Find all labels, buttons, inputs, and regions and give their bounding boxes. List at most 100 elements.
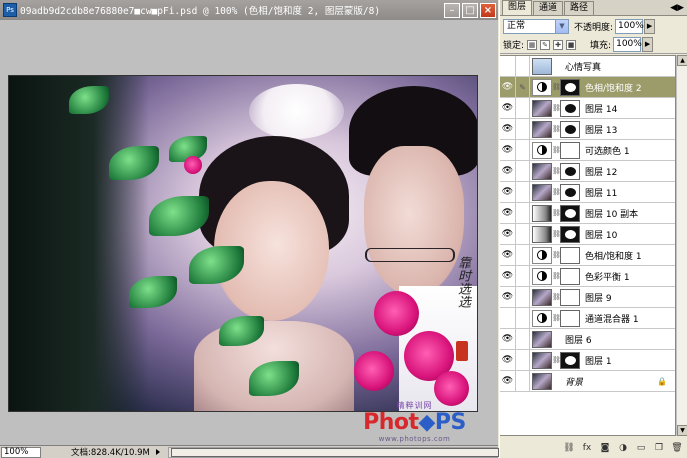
scroll-up-icon[interactable]: ▲	[677, 55, 687, 66]
layer-row[interactable]: 👁 ⛓ 图层 1	[500, 349, 675, 371]
layer-row[interactable]: ⛓ 通道混合器 1	[500, 307, 675, 329]
chain-link-icon[interactable]: ⛓	[552, 230, 561, 238]
scrollbar-thumb[interactable]	[170, 447, 499, 457]
adjustment-layer-icon[interactable]	[532, 78, 552, 96]
status-menu-arrow-icon[interactable]	[155, 449, 160, 455]
layer-thumbnail[interactable]	[532, 183, 552, 201]
layer-thumbnail[interactable]	[532, 225, 552, 243]
layers-list[interactable]: 心情写真 👁 ✎ ⛓ 色相/饱和度 2 👁 ⛓ 图层 14 👁 ⛓ 图层 13 👁 ⛓ 可选颜色 1 👁 ⛓ 图…	[500, 55, 676, 436]
chain-link-icon[interactable]: ⛓	[552, 314, 561, 322]
visibility-eye-icon[interactable]: 👁	[500, 202, 516, 224]
visibility-eye-icon[interactable]: 👁	[500, 181, 516, 203]
chain-link-icon[interactable]: ⛓	[552, 167, 561, 175]
layer-mask-thumbnail[interactable]	[560, 78, 580, 96]
scroll-down-icon[interactable]: ▼	[677, 425, 687, 436]
blend-mode-select[interactable]: 正常 ▼	[503, 18, 569, 34]
layer-mask-thumbnail[interactable]	[560, 99, 580, 117]
chain-link-icon[interactable]: ⛓	[552, 146, 561, 154]
visibility-eye-icon[interactable]: 👁	[500, 286, 516, 308]
chain-link-icon[interactable]: ⛓	[552, 104, 561, 112]
visibility-eye-icon[interactable]: 👁	[500, 349, 516, 371]
visibility-eye-icon[interactable]: 👁	[500, 118, 516, 140]
document-titlebar[interactable]: Ps 09adb9d2cdb8e76880e7■cw■pFi.psd @ 100…	[0, 0, 498, 20]
trash-icon[interactable]: 🗑	[670, 441, 684, 455]
layer-mask-thumbnail[interactable]	[560, 183, 580, 201]
visibility-eye-icon[interactable]: 👁	[500, 265, 516, 287]
visibility-eye-icon[interactable]: 👁	[500, 76, 516, 98]
new-layer-icon[interactable]: ❐	[652, 441, 666, 455]
layer-thumbnail[interactable]	[532, 162, 552, 180]
opacity-slider-button[interactable]: ▶	[644, 18, 656, 34]
layer-row[interactable]: 👁 图层 6	[500, 328, 675, 350]
adjustment-layer-icon[interactable]	[532, 309, 552, 327]
layer-row[interactable]: 👁 ⛓ 图层 14	[500, 97, 675, 119]
layer-mask-thumbnail[interactable]	[560, 351, 580, 369]
tab-layers[interactable]: 图层	[502, 0, 533, 15]
chain-link-icon[interactable]: ⛓	[552, 272, 561, 280]
layer-row[interactable]: 👁 ⛓ 色彩平衡 1	[500, 265, 675, 287]
layer-mask-thumbnail[interactable]	[560, 309, 580, 327]
visibility-eye-icon[interactable]: 👁	[500, 97, 516, 119]
layer-mask-thumbnail[interactable]	[560, 246, 580, 264]
chain-link-icon[interactable]: ⛓	[552, 251, 561, 259]
layer-row[interactable]: 👁 ⛓ 可选颜色 1	[500, 139, 675, 161]
tab-paths[interactable]: 路径	[564, 1, 595, 15]
wedding-photo[interactable]: 靠时选选	[8, 75, 478, 412]
layer-row[interactable]: 👁 ⛓ 图层 10	[500, 223, 675, 245]
layer-thumbnail[interactable]	[532, 99, 552, 117]
chain-link-icon[interactable]: ⛓	[552, 293, 561, 301]
folder-icon[interactable]: ▭	[634, 441, 648, 455]
layer-thumbnail[interactable]	[532, 288, 552, 306]
link-icon[interactable]: ⛓	[562, 441, 576, 455]
visibility-eye-icon[interactable]: 👁	[500, 139, 516, 161]
layer-mask-thumbnail[interactable]	[560, 141, 580, 159]
layer-row[interactable]: 👁 ⛓ 图层 10 副本	[500, 202, 675, 224]
lock-position-icon[interactable]: ✚	[553, 39, 564, 50]
visibility-eye-icon[interactable]: 👁	[500, 370, 516, 392]
visibility-eye-icon[interactable]: 👁	[500, 328, 516, 350]
group-thumbnail[interactable]	[532, 57, 552, 75]
visibility-eye-icon[interactable]	[500, 307, 516, 329]
tab-channels[interactable]: 通道	[533, 1, 564, 15]
chain-link-icon[interactable]: ⛓	[552, 188, 561, 196]
lock-transparency-icon[interactable]: ▦	[527, 39, 538, 50]
lock-pixels-icon[interactable]: ✎	[540, 39, 551, 50]
opacity-input[interactable]: 100%	[615, 18, 644, 34]
visibility-eye-icon[interactable]: 👁	[500, 160, 516, 182]
chain-link-icon[interactable]: ⛓	[552, 209, 561, 217]
layer-thumbnail[interactable]	[532, 204, 552, 222]
layer-thumbnail[interactable]	[532, 351, 552, 369]
layer-row[interactable]: 👁 ⛓ 图层 12	[500, 160, 675, 182]
layer-mask-thumbnail[interactable]	[560, 267, 580, 285]
adjustment-layer-icon[interactable]	[532, 267, 552, 285]
layer-row[interactable]: 👁 ✎ ⛓ 色相/饱和度 2	[500, 76, 675, 98]
layer-row[interactable]: 👁 ⛓ 图层 11	[500, 181, 675, 203]
layer-row[interactable]: 👁 ⛓ 图层 13	[500, 118, 675, 140]
zoom-field[interactable]: 100%	[1, 446, 41, 458]
mask-icon[interactable]: ◙	[598, 441, 612, 455]
canvas-area[interactable]: 靠时选选 精粹训网 Phot◆PS www.photops.com	[0, 20, 498, 445]
layers-vertical-scrollbar[interactable]: ▲ ▼	[676, 55, 687, 436]
visibility-eye-icon[interactable]: 👁	[500, 244, 516, 266]
layer-row[interactable]: 心情写真	[500, 56, 675, 77]
chain-link-icon[interactable]: ⛓	[552, 125, 561, 133]
layer-mask-thumbnail[interactable]	[560, 225, 580, 243]
visibility-eye-icon[interactable]: 👁	[500, 223, 516, 245]
layer-row[interactable]: 👁 ⛓ 色相/饱和度 1	[500, 244, 675, 266]
lock-all-icon[interactable]: ■	[566, 39, 577, 50]
adjustment-layer-icon[interactable]	[532, 141, 552, 159]
fill-slider-button[interactable]: ▶	[642, 37, 654, 52]
visibility-eye-icon[interactable]	[500, 56, 516, 77]
minimize-button[interactable]: –	[444, 2, 460, 18]
adjustment-layer-icon[interactable]	[532, 246, 552, 264]
close-button[interactable]: ×	[480, 2, 496, 18]
chevron-down-icon[interactable]: ▼	[555, 19, 568, 33]
chain-link-icon[interactable]: ⛓	[552, 356, 561, 364]
document-size-info[interactable]: 文档:828.4K/10.9M	[71, 446, 150, 458]
layer-mask-thumbnail[interactable]	[560, 288, 580, 306]
layer-thumbnail[interactable]	[532, 372, 552, 390]
fx-icon[interactable]: fx	[580, 441, 594, 455]
panel-menu-button[interactable]: ◀▶	[670, 2, 684, 15]
layer-mask-thumbnail[interactable]	[560, 204, 580, 222]
chain-link-icon[interactable]: ⛓	[552, 83, 561, 91]
